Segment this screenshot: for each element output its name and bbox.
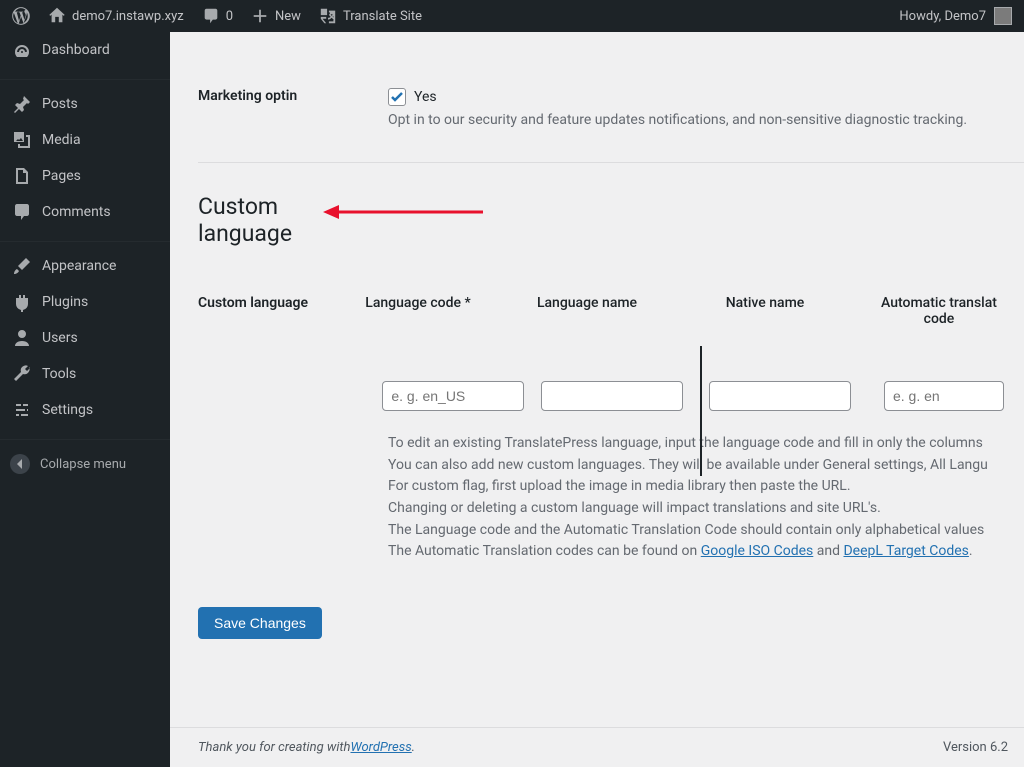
lang-code-input[interactable] xyxy=(382,381,524,411)
native-name-input[interactable] xyxy=(709,381,851,411)
sidebar-item-label: Media xyxy=(42,132,81,148)
sidebar-item-pages[interactable]: Pages xyxy=(0,158,170,194)
marketing-optin-checkbox[interactable] xyxy=(388,88,406,106)
collapse-menu[interactable]: Collapse menu xyxy=(0,446,170,482)
sidebar-item-posts[interactable]: Posts xyxy=(0,86,170,122)
plugin-icon xyxy=(12,292,32,312)
sidebar-item-comments[interactable]: Comments xyxy=(0,194,170,230)
dashboard-icon xyxy=(12,40,32,60)
home-icon xyxy=(48,7,66,25)
brush-icon xyxy=(12,256,32,276)
site-name-link[interactable]: demo7.instawp.xyz xyxy=(48,7,184,25)
arrow-annotation xyxy=(323,201,483,223)
sidebar-item-media[interactable]: Media xyxy=(0,122,170,158)
translate-site-link[interactable]: Translate Site xyxy=(319,7,422,25)
settings-icon xyxy=(12,400,32,420)
user-icon xyxy=(12,328,32,348)
sidebar-item-users[interactable]: Users xyxy=(0,320,170,356)
footer-thanks: Thank you for creating with xyxy=(198,740,350,755)
site-name-text: demo7.instawp.xyz xyxy=(72,9,184,24)
marketing-optin-desc: Opt in to our security and feature updat… xyxy=(388,112,1024,128)
wordpress-link[interactable]: WordPress xyxy=(350,740,411,755)
auto-code-input[interactable] xyxy=(884,381,1004,411)
wrench-icon xyxy=(12,364,32,384)
collapse-label: Collapse menu xyxy=(40,457,126,472)
plus-icon xyxy=(251,7,269,25)
marketing-optin-label: Marketing optin xyxy=(198,88,388,104)
wp-logo[interactable] xyxy=(12,7,30,25)
avatar[interactable] xyxy=(994,7,1012,25)
sidebar-item-label: Comments xyxy=(42,204,111,220)
comments-link[interactable]: 0 xyxy=(202,7,233,25)
new-label: New xyxy=(275,9,301,24)
sidebar-item-label: Pages xyxy=(42,168,81,184)
collapse-icon xyxy=(10,454,30,474)
version-text: Version 6.2 xyxy=(943,740,1008,755)
sidebar-item-label: Dashboard xyxy=(42,42,110,58)
sidebar-item-settings[interactable]: Settings xyxy=(0,392,170,428)
comment-icon xyxy=(202,7,220,25)
pin-icon xyxy=(12,94,32,114)
howdy-link[interactable]: Howdy, Demo7 xyxy=(899,9,986,24)
marketing-optin-yes: Yes xyxy=(414,89,437,105)
pages-icon xyxy=(12,166,32,186)
sidebar-item-label: Posts xyxy=(42,96,78,112)
section-title: Custom language xyxy=(198,163,1024,247)
col-auto-code: Automatic translatcode xyxy=(854,295,1024,327)
sidebar-item-appearance[interactable]: Appearance xyxy=(0,248,170,284)
sidebar-item-label: Settings xyxy=(42,402,93,418)
col-lang-code: Language code * xyxy=(338,295,498,327)
sidebar-item-label: Appearance xyxy=(42,258,116,274)
lang-name-input[interactable] xyxy=(541,381,683,411)
custom-language-row-label: Custom language xyxy=(198,295,346,311)
save-button[interactable]: Save Changes xyxy=(198,607,322,639)
sidebar-item-dashboard[interactable]: Dashboard xyxy=(0,32,170,68)
table-divider xyxy=(700,346,702,476)
google-iso-link[interactable]: Google ISO Codes xyxy=(701,543,814,559)
translate-icon xyxy=(319,7,337,25)
comment-icon xyxy=(12,202,32,222)
new-link[interactable]: New xyxy=(251,7,301,25)
translate-label: Translate Site xyxy=(343,9,422,24)
deepl-codes-link[interactable]: DeepL Target Codes xyxy=(843,543,968,559)
comments-count: 0 xyxy=(226,9,233,24)
media-icon xyxy=(12,130,32,150)
sidebar-item-label: Tools xyxy=(42,366,76,382)
help-text: To edit an existing TranslatePress langu… xyxy=(388,433,1024,563)
sidebar-item-plugins[interactable]: Plugins xyxy=(0,284,170,320)
sidebar-item-label: Plugins xyxy=(42,294,88,310)
col-native-name: Native name xyxy=(676,295,854,327)
check-icon xyxy=(390,90,404,104)
sidebar-item-label: Users xyxy=(42,330,78,346)
col-lang-name: Language name xyxy=(498,295,676,327)
sidebar-item-tools[interactable]: Tools xyxy=(0,356,170,392)
